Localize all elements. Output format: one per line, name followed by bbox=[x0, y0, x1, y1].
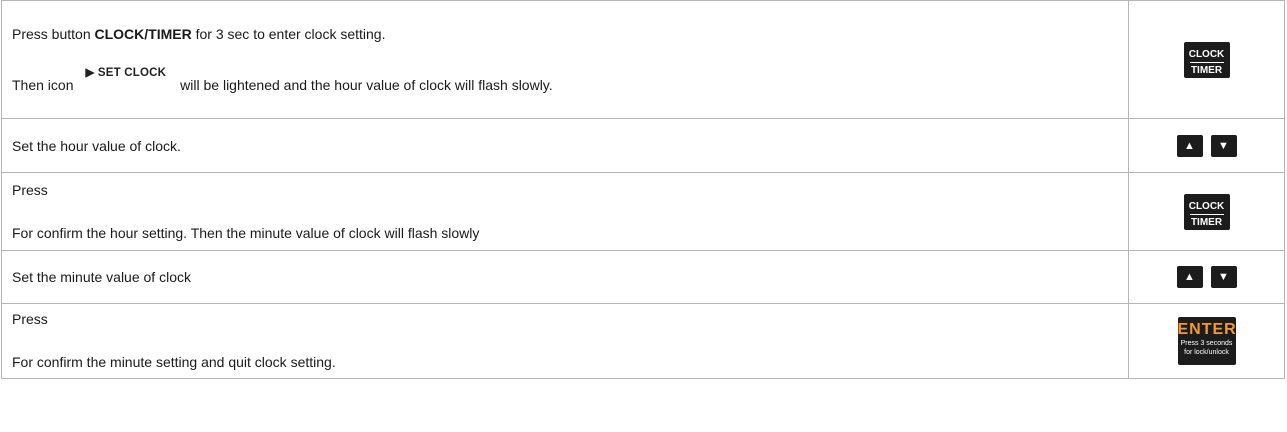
clock-timer-key-icon: CLOCK TIMER bbox=[1183, 193, 1230, 230]
key-label-top: CLOCK bbox=[1188, 48, 1225, 60]
step-row-set-minute: Set the minute value of clock ▲ ▼ bbox=[1, 250, 1285, 304]
enter-key-hint: Press 3 seconds bbox=[1180, 340, 1233, 347]
key-label-bottom: TIMER bbox=[1190, 64, 1223, 76]
step-line: Press bbox=[12, 311, 48, 327]
key-divider bbox=[1189, 213, 1224, 215]
step-text-cell: Set the minute value of clock bbox=[1, 250, 1129, 304]
step-text: Set the hour value of clock. bbox=[12, 137, 181, 154]
set-clock-icon: ▶ SET CLOCK bbox=[85, 66, 167, 79]
clock-timer-key-icon: CLOCK TIMER bbox=[1183, 41, 1230, 78]
clock-timer-button-name: CLOCK/TIMER bbox=[94, 25, 192, 42]
step-icon-cell: CLOCK TIMER bbox=[1128, 172, 1285, 251]
step-text-cell: Set the hour value of clock. bbox=[1, 118, 1129, 173]
enter-key-label: ENTER bbox=[1177, 321, 1237, 338]
down-arrow-key-icon: ▼ bbox=[1210, 134, 1237, 157]
up-arrow-key-icon: ▲ bbox=[1176, 266, 1203, 288]
step-text: for 3 sec to enter clock setting. bbox=[191, 25, 386, 42]
step-line: Press bbox=[12, 181, 48, 198]
step-line: For confirm the minute setting and quit … bbox=[12, 354, 336, 370]
step-icon-cell: CLOCK TIMER bbox=[1128, 0, 1285, 119]
step-row-confirm-minute: Press For confirm the minute setting and… bbox=[1, 303, 1285, 379]
key-divider bbox=[1189, 61, 1224, 63]
key-label-top: CLOCK bbox=[1188, 200, 1225, 212]
step-text-cell: Press button CLOCK/TIMER for 3 sec to en… bbox=[1, 0, 1129, 119]
key-label-bottom: TIMER bbox=[1190, 216, 1223, 228]
step-row-enter-clock-setting: Press button CLOCK/TIMER for 3 sec to en… bbox=[1, 0, 1285, 119]
step-text: will be lightened and the hour value of … bbox=[180, 76, 553, 93]
step-row-confirm-hour: Press For confirm the hour setting. Then… bbox=[1, 172, 1285, 251]
up-arrow-key-icon: ▲ bbox=[1176, 134, 1203, 157]
down-arrow-key-icon: ▼ bbox=[1210, 266, 1237, 288]
instruction-table: Press button CLOCK/TIMER for 3 sec to en… bbox=[1, 0, 1285, 379]
step-row-set-hour: Set the hour value of clock. ▲ ▼ bbox=[1, 118, 1285, 173]
arrow-keys: ▲ ▼ bbox=[1173, 266, 1241, 288]
step-text-cell: Press For confirm the minute setting and… bbox=[1, 303, 1129, 379]
step-line: For confirm the hour setting. Then the m… bbox=[12, 224, 480, 241]
step-text: Then icon bbox=[12, 76, 74, 93]
step-line: Then icon ▶ SET CLOCK will be lightened an… bbox=[12, 67, 1128, 94]
step-icon-cell: ▲ ▼ bbox=[1128, 250, 1285, 304]
step-text: Set the minute value of clock bbox=[12, 269, 191, 285]
arrow-keys: ▲ ▼ bbox=[1173, 134, 1241, 157]
step-line: Press button CLOCK/TIMER for 3 sec to en… bbox=[12, 26, 1128, 43]
step-text: Press button bbox=[12, 25, 95, 42]
step-icon-cell: ENTER Press 3 seconds for lock/unlock bbox=[1128, 303, 1285, 379]
enter-key-hint: for lock/unlock bbox=[1184, 349, 1229, 356]
step-text-cell: Press For confirm the hour setting. Then… bbox=[1, 172, 1129, 251]
step-icon-cell: ▲ ▼ bbox=[1128, 118, 1285, 173]
enter-key-icon: ENTER Press 3 seconds for lock/unlock bbox=[1177, 317, 1237, 365]
